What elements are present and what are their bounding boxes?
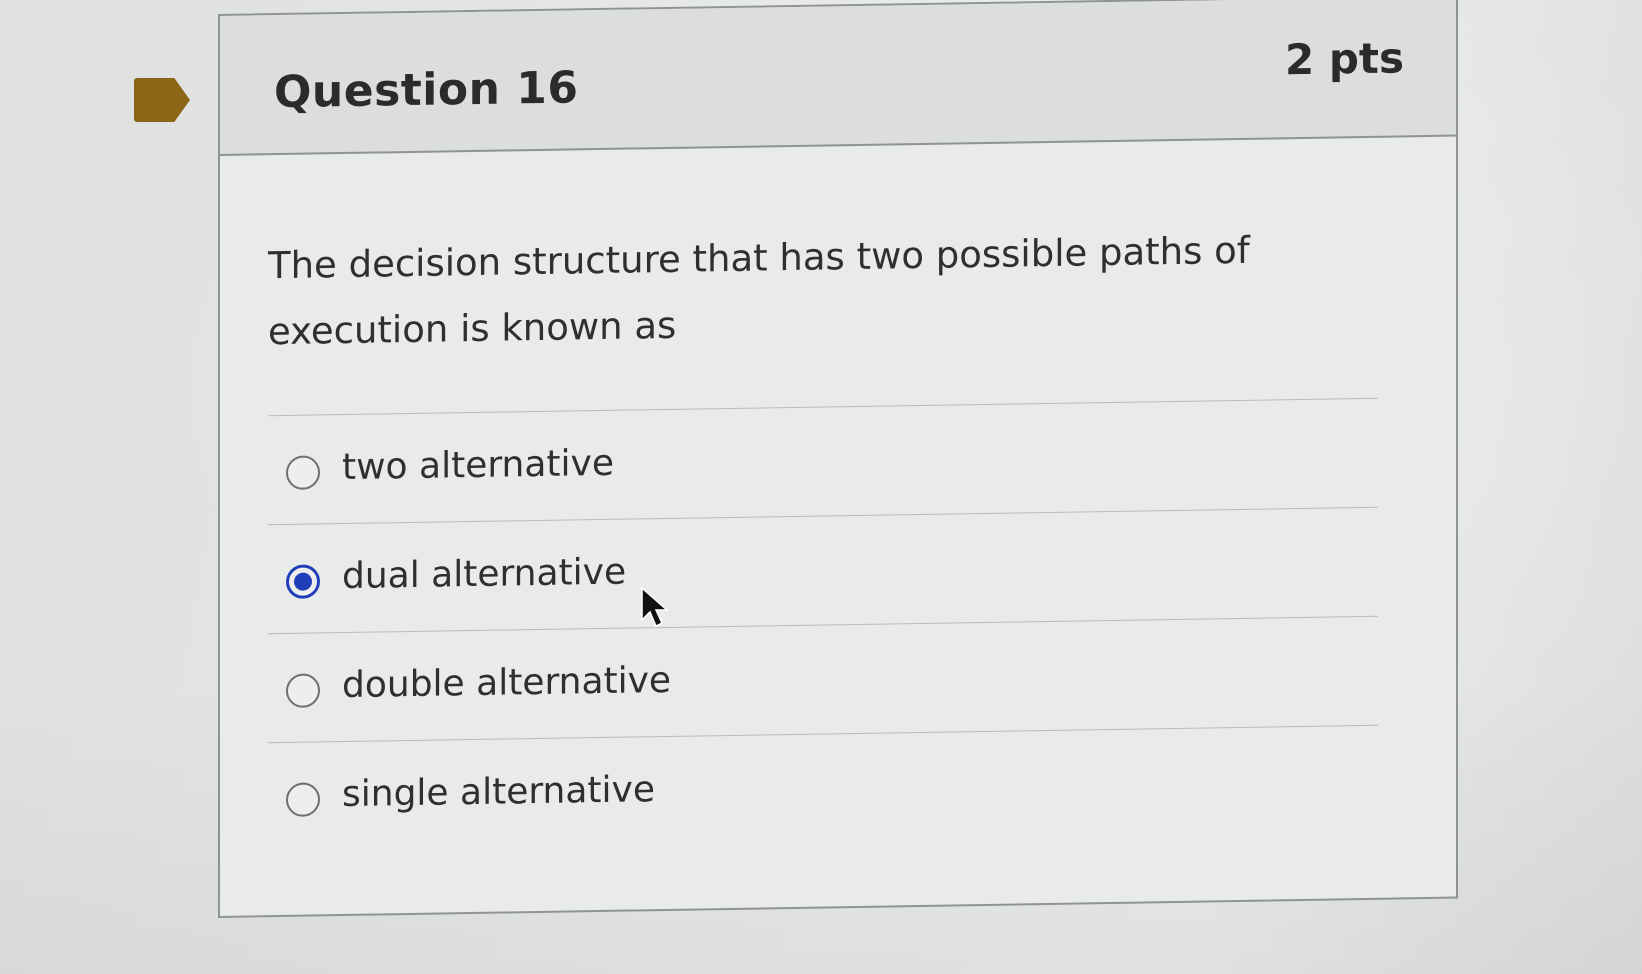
answer-list: two alternative dual alternative double … bbox=[268, 397, 1378, 852]
radio-button[interactable] bbox=[286, 782, 320, 817]
question-header: Question 16 2 pts bbox=[220, 0, 1456, 156]
question-points: 2 pts bbox=[1285, 33, 1404, 85]
answer-label[interactable]: dual alternative bbox=[342, 552, 626, 597]
question-title: Question 16 bbox=[274, 62, 579, 119]
answer-label[interactable]: double alternative bbox=[342, 660, 671, 706]
question-card: Question 16 2 pts The decision structure… bbox=[218, 0, 1458, 919]
answer-option[interactable]: double alternative bbox=[268, 616, 1378, 744]
answer-option[interactable]: two alternative bbox=[268, 398, 1378, 526]
radio-button[interactable] bbox=[286, 455, 320, 490]
radio-button[interactable] bbox=[286, 673, 320, 708]
answer-option[interactable]: single alternative bbox=[268, 726, 1378, 851]
answer-label[interactable]: single alternative bbox=[342, 769, 655, 815]
answer-label[interactable]: two alternative bbox=[342, 443, 614, 488]
mouse-pointer-icon bbox=[641, 586, 669, 628]
question-text: The decision structure that has two poss… bbox=[268, 228, 1250, 354]
answer-option[interactable]: dual alternative bbox=[268, 507, 1378, 635]
radio-button-selected[interactable] bbox=[286, 564, 320, 599]
